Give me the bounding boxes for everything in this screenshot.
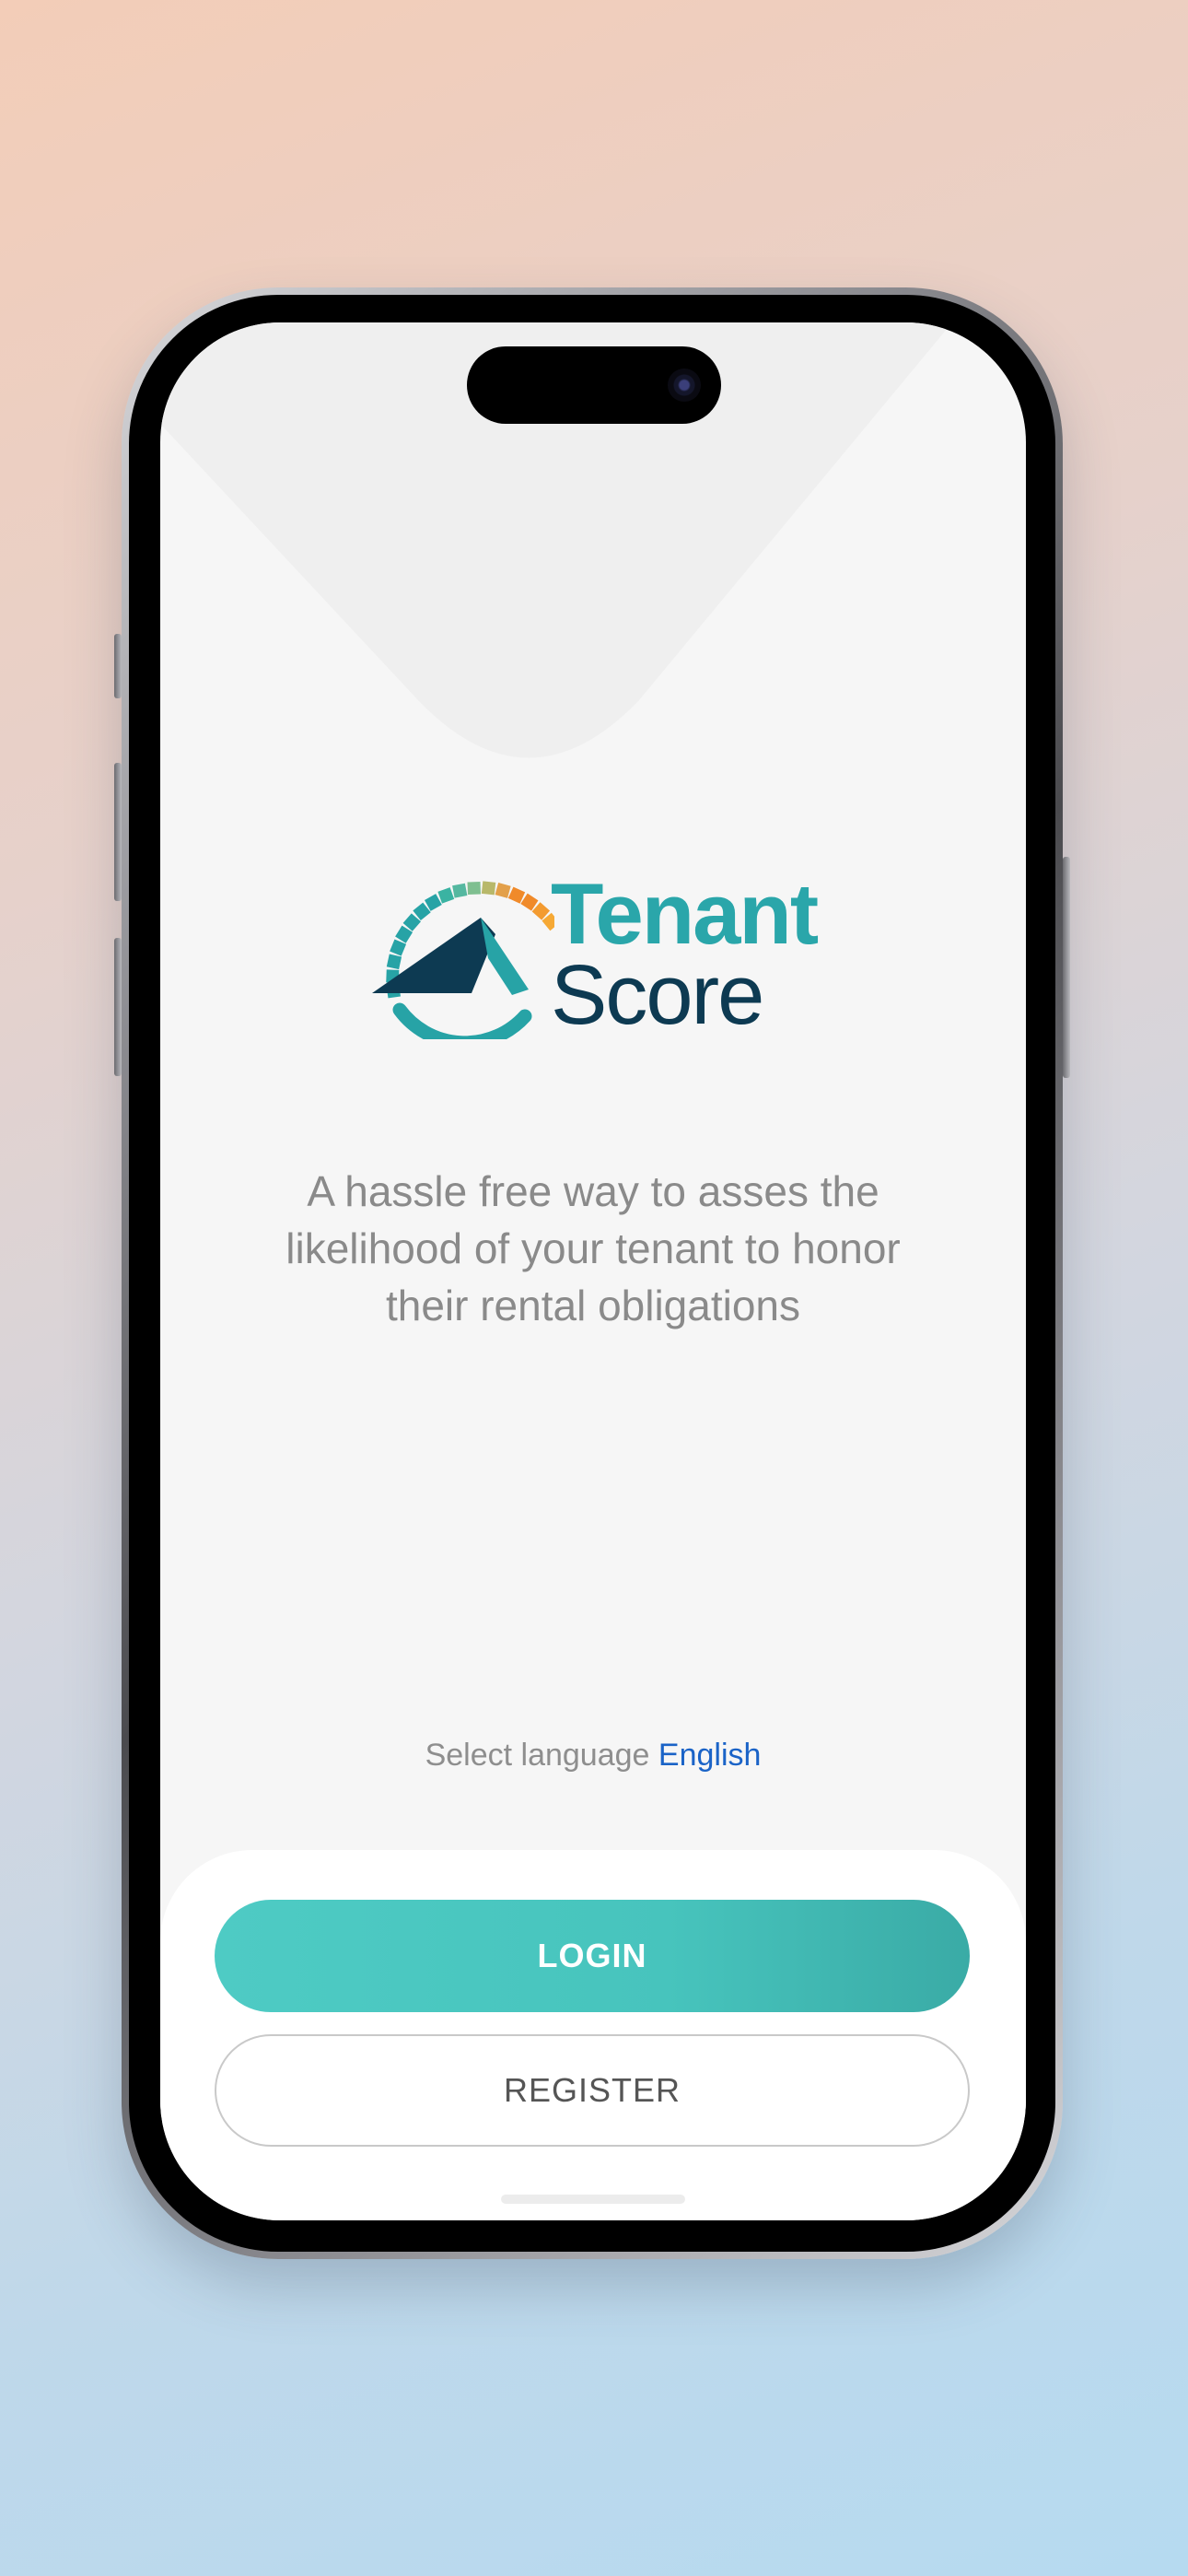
brand-name-score: Score bbox=[551, 948, 764, 1042]
language-prompt: Select language bbox=[425, 1738, 650, 1773]
gauge-house-icon bbox=[372, 881, 554, 1039]
app-tagline: A hassle free way to asses the likelihood… bbox=[243, 1163, 943, 1334]
tagline-line-3: their rental obligations bbox=[385, 1282, 801, 1329]
tagline-line-2: likelihood of your tenant to honor bbox=[285, 1224, 901, 1272]
power-button bbox=[1063, 857, 1070, 1078]
register-button[interactable]: REGISTER bbox=[215, 2034, 970, 2147]
tagline-line-1: A hassle free way to asses the bbox=[307, 1167, 879, 1215]
front-camera-icon bbox=[668, 369, 701, 402]
brand-name-tenant: Tenant bbox=[551, 865, 819, 962]
volume-down-button bbox=[114, 938, 122, 1076]
volume-up-button bbox=[114, 763, 122, 901]
login-button[interactable]: LOGIN bbox=[215, 1900, 970, 2012]
tenant-score-logo: Tenant Score bbox=[370, 868, 819, 1042]
home-indicator[interactable] bbox=[501, 2195, 685, 2204]
language-selector: Select language English bbox=[160, 1738, 1026, 1774]
auth-sheet: LOGIN REGISTER bbox=[160, 1850, 1026, 2220]
app-screen: Tenant Score A hassle free way to asses … bbox=[160, 322, 1026, 2220]
dynamic-island bbox=[467, 346, 721, 424]
language-link-english[interactable]: English bbox=[658, 1738, 762, 1773]
action-button bbox=[114, 634, 122, 698]
